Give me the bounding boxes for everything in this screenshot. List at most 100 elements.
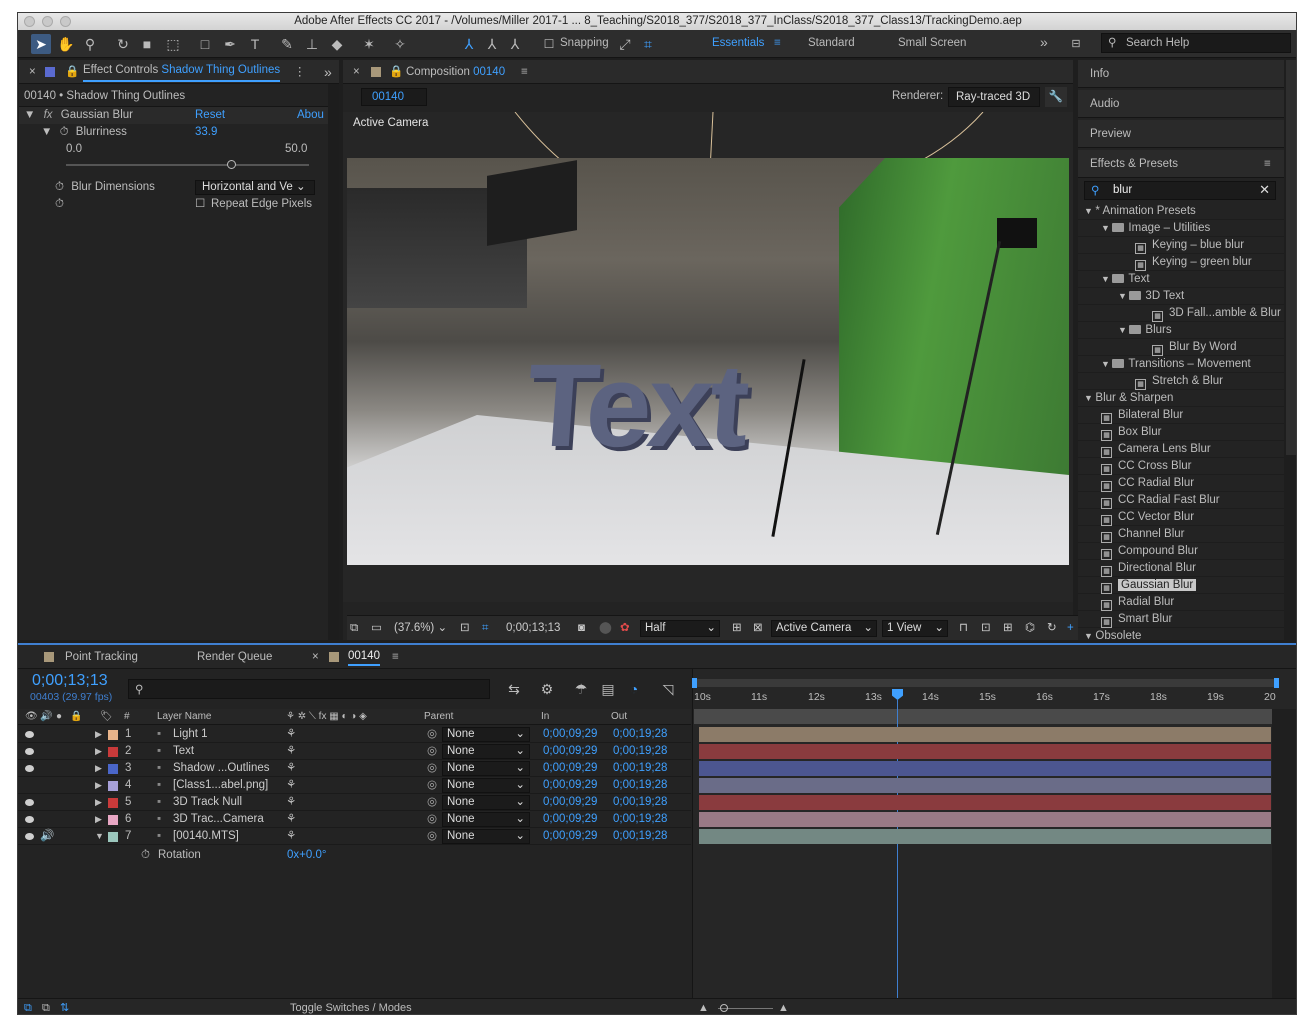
layer-out-point[interactable]: 0;00;19;28 — [613, 828, 667, 845]
zoom-window-button[interactable] — [60, 16, 71, 27]
stopwatch-icon[interactable]: ⏱ — [55, 181, 64, 193]
effect-item[interactable]: ▦ 3D Fall...amble & Blur — [1078, 305, 1284, 322]
rotate-tool-icon[interactable]: ↻ — [113, 34, 133, 54]
graph-editor-icon[interactable]: ◹ — [658, 679, 678, 699]
effect-folder[interactable]: ▼ 3D Text — [1078, 288, 1284, 305]
disclosure-triangle-icon[interactable]: ▶ — [95, 760, 102, 777]
time-ruler[interactable]: 10s 11s 12s 13s 14s 15s 16s 17s 18s 19s 20 — [694, 689, 1277, 707]
layer-name[interactable]: Light 1 — [173, 726, 208, 743]
tab-point-tracking[interactable]: Point Tracking — [65, 651, 138, 663]
workspace-small-screen[interactable]: Small Screen — [898, 37, 966, 49]
preview-panel-header[interactable]: Preview — [1078, 120, 1284, 148]
workspace-standard[interactable]: Standard — [808, 37, 855, 49]
eye-icon[interactable] — [25, 816, 34, 823]
layer-in-point[interactable]: 0;00;09;29 — [543, 777, 597, 794]
motion-blur-icon[interactable]: ◔ — [624, 679, 644, 699]
right-scrollbar[interactable] — [1286, 60, 1296, 455]
layer-out-point[interactable]: 0;00;19;28 — [613, 777, 667, 794]
pick-whip-icon[interactable]: ◎ — [427, 760, 437, 777]
label-color-swatch[interactable] — [108, 815, 118, 825]
wrench-icon[interactable]: 🔧 — [1045, 87, 1067, 107]
effect-folder[interactable]: ▼ Blur & Sharpen — [1078, 390, 1284, 407]
close-panel-icon[interactable]: × — [353, 60, 360, 84]
rotation-value[interactable]: 0x+0.0° — [287, 847, 326, 864]
parent-dropdown[interactable]: None ⌄ — [442, 812, 530, 827]
disclosure-triangle-icon[interactable]: ▼ — [24, 109, 35, 121]
col-layer-name[interactable]: Layer Name — [157, 709, 211, 725]
effect-controls-tab[interactable]: Effect Controls Shadow Thing Outlines — [83, 60, 281, 82]
shy-switch-icon[interactable]: ⚘ — [286, 811, 296, 828]
pick-whip-icon[interactable]: ◎ — [427, 743, 437, 760]
eraser-tool-icon[interactable]: ◆ — [327, 34, 347, 54]
effect-item[interactable]: ▦ Camera Lens Blur — [1078, 441, 1284, 458]
layer-duration-bar[interactable] — [699, 727, 1271, 742]
camera-tool-icon[interactable]: ■ — [137, 34, 157, 54]
pick-whip-icon[interactable]: ◎ — [427, 811, 437, 828]
layer-search-field[interactable]: ⚲ — [128, 679, 490, 699]
label-color-swatch[interactable] — [108, 730, 118, 740]
shy-layers-icon[interactable]: ☂ — [571, 679, 591, 699]
clear-search-icon[interactable]: ✕ — [1259, 182, 1270, 198]
workspace-menu-icon[interactable]: ≡ — [774, 37, 781, 49]
zoom-dropdown[interactable]: (37.6%) ⌄ — [394, 620, 447, 636]
layer-out-point[interactable]: 0;00;19;28 — [613, 811, 667, 828]
puppet-pin-tool-icon[interactable]: ✧ — [390, 34, 410, 54]
draft-3d-icon[interactable]: ⚙ — [537, 679, 557, 699]
layer-name[interactable]: 3D Trac...Camera — [173, 811, 264, 828]
effect-item[interactable]: ▦ Stretch & Blur — [1078, 373, 1284, 390]
panel-menu-icon[interactable]: ⋮ — [294, 60, 306, 84]
reset-link[interactable]: Reset — [195, 107, 225, 124]
search-help-field[interactable]: ⚲ Search Help — [1101, 33, 1291, 53]
layer-name[interactable]: Shadow ...Outlines — [173, 760, 270, 777]
toggle-switches-modes[interactable]: Toggle Switches / Modes — [290, 999, 412, 1014]
snap-edges-icon[interactable]: ⤢ — [615, 34, 635, 54]
lock-icon[interactable]: 🔒 — [389, 60, 403, 84]
disclosure-triangle-icon[interactable]: ▼ — [41, 126, 52, 138]
zoom-tool-icon[interactable]: ⚲ — [80, 34, 100, 54]
parent-dropdown[interactable]: None ⌄ — [442, 795, 530, 810]
exposure-icon[interactable]: + — [1067, 620, 1074, 636]
workspace-essentials[interactable]: Essentials — [712, 37, 764, 49]
layer-duration-bar[interactable] — [699, 795, 1271, 810]
layer-name[interactable]: 3D Track Null — [173, 794, 242, 811]
shy-switch-icon[interactable]: ⚘ — [286, 726, 296, 743]
effect-folder[interactable]: ▼ Transitions – Movement — [1078, 356, 1284, 373]
layer-out-point[interactable]: 0;00;19;28 — [613, 726, 667, 743]
layer-name[interactable]: Text — [173, 743, 194, 760]
parent-dropdown[interactable]: None ⌄ — [442, 829, 530, 844]
local-axis-mode-icon[interactable]: ⅄ — [459, 34, 479, 54]
fx-icon[interactable]: fx — [44, 109, 53, 121]
comp-mini-flowchart-icon[interactable]: ⇆ — [504, 679, 524, 699]
gaussian-blur-row[interactable]: ▼ fx Gaussian Blur Reset Abou — [19, 107, 339, 124]
layer-row[interactable]: ▶ 4 ▪ [Class1...abel.png] ⚘ ◎ None ⌄ 0;00;09;29 0… — [18, 777, 691, 794]
layer-duration-bar[interactable] — [699, 744, 1271, 759]
stopwatch-icon[interactable]: ⏱ — [141, 847, 150, 864]
close-panel-icon[interactable]: × — [29, 60, 36, 84]
effect-item[interactable]: ▦ Radial Blur — [1078, 594, 1284, 611]
effect-item[interactable]: ▦ Directional Blur — [1078, 560, 1284, 577]
timeline-zoom-handle[interactable] — [720, 1004, 728, 1012]
layer-in-point[interactable]: 0;00;09;29 — [543, 811, 597, 828]
layer-row[interactable]: ▶ 5 ▪ 3D Track Null ⚘ ◎ None ⌄ 0;00;09;29 0;00;19… — [18, 794, 691, 811]
time-navigator[interactable] — [692, 678, 1279, 688]
tab-00140[interactable]: 00140 — [348, 650, 380, 666]
effect-item[interactable]: ▦ CC Radial Blur — [1078, 475, 1284, 492]
toggle-pixel-icon[interactable]: ⊓ — [959, 620, 968, 636]
layer-out-point[interactable]: 0;00;19;28 — [613, 760, 667, 777]
layer-in-point[interactable]: 0;00;09;29 — [543, 726, 597, 743]
navigator-start-handle[interactable] — [692, 678, 697, 688]
effect-item[interactable]: ▦ Compound Blur — [1078, 543, 1284, 560]
reset-exposure-icon[interactable]: ↻ — [1047, 620, 1057, 636]
search-sync-icon[interactable]: ⊟ — [1066, 34, 1086, 54]
comp-viewer-frame[interactable]: Text — [347, 158, 1069, 565]
label-color-swatch[interactable] — [108, 747, 118, 757]
disclosure-triangle-icon[interactable]: ▶ — [95, 811, 102, 828]
transfer-controls-toggle-icon[interactable]: ⧉ — [42, 999, 50, 1014]
camera-dropdown[interactable]: Active Camera ⌄ — [771, 620, 877, 637]
layer-row[interactable]: ▶ 2 ▪ Text ⚘ ◎ None ⌄ 0;00;09;29 0;00;19;28 — [18, 743, 691, 760]
panel-menu-icon[interactable]: ≡ — [1264, 150, 1271, 178]
shy-switch-icon[interactable]: ⚘ — [286, 828, 296, 845]
hand-tool-icon[interactable]: ✋ — [56, 34, 76, 54]
effect-folder[interactable]: ▼ Image – Utilities — [1078, 220, 1284, 237]
label-color-swatch[interactable] — [108, 832, 118, 842]
